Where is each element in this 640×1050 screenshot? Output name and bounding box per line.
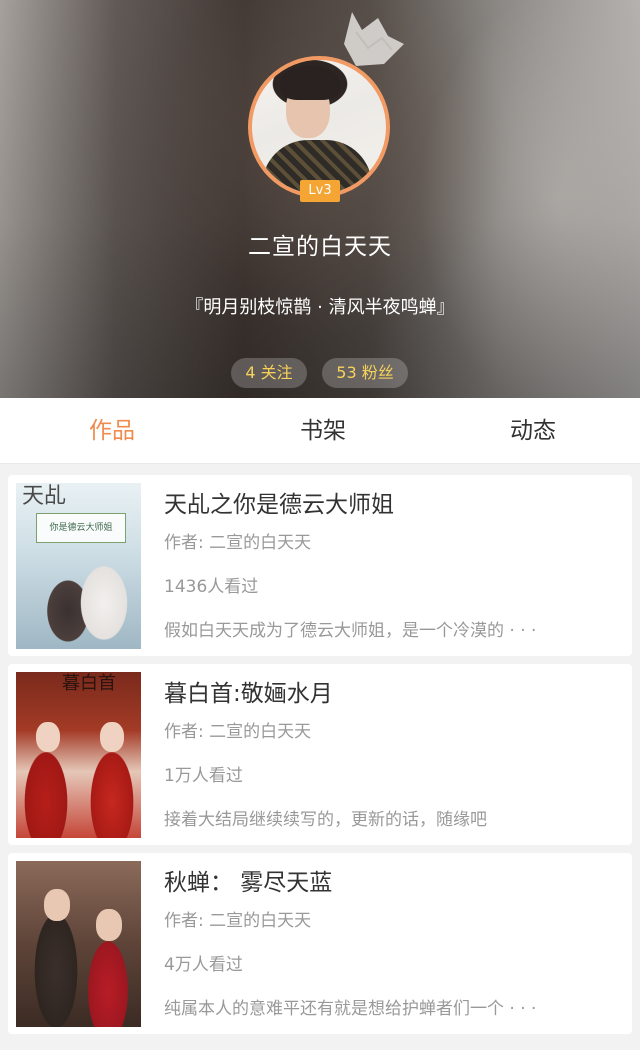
work-title[interactable]: 暮白首:敬婳水月 [164, 678, 333, 710]
user-signature: 『明月别枝惊鹊 · 清风半夜鸣蝉』 [185, 297, 455, 318]
work-description: 假如白天天成为了德云大师姐，是一个冷漠的 · · · [164, 621, 537, 641]
cover-figure [44, 889, 70, 921]
cover-figure [96, 909, 122, 941]
profile-header: Lv3 二宣的白天天 『明月别枝惊鹊 · 清风半夜鸣蝉』 4 关注 53 粉丝 [0, 0, 640, 398]
user-nickname: 二宣的白天天 [248, 234, 392, 260]
work-author: 作者: 二宣的白天天 [164, 722, 312, 742]
profile-page: Lv3 二宣的白天天 『明月别枝惊鹊 · 清风半夜鸣蝉』 4 关注 53 粉丝 … [0, 0, 640, 1050]
work-cover[interactable] [16, 861, 141, 1027]
cover-figure [100, 722, 124, 752]
work-title[interactable]: 天乩之你是德云大师姐 [164, 489, 394, 521]
work-description: 纯属本人的意难平还有就是想给护蝉者们一个 · · · [164, 999, 537, 1019]
work-views: 1436人看过 [164, 577, 259, 597]
tab-activity[interactable]: 动态 [463, 398, 603, 464]
following-count-button[interactable]: 4 关注 [231, 358, 307, 388]
work-card[interactable]: 暮白首 暮白首:敬婳水月 作者: 二宣的白天天 1万人看过 接着大结局继续续写的… [8, 664, 632, 845]
cover-figure [36, 722, 60, 752]
work-title[interactable]: 秋蝉： 雾尽天蓝 [164, 867, 332, 899]
work-card[interactable]: 秋蝉： 雾尽天蓝 作者: 二宣的白天天 4万人看过 纯属本人的意难平还有就是想给… [8, 853, 632, 1034]
work-description: 接着大结局继续续写的，更新的话，随缘吧 [164, 810, 487, 830]
avatar[interactable] [248, 56, 390, 198]
fans-count-button[interactable]: 53 粉丝 [322, 358, 408, 388]
work-author: 作者: 二宣的白天天 [164, 911, 312, 931]
tab-bookshelf[interactable]: 书架 [253, 398, 393, 464]
work-card[interactable]: 天乩 你是德云大师姐 天乩之你是德云大师姐 作者: 二宣的白天天 1436人看过… [8, 475, 632, 656]
level-badge: Lv3 [300, 180, 340, 202]
work-views: 4万人看过 [164, 955, 243, 975]
cover-title: 暮白首 [62, 673, 116, 694]
work-cover[interactable]: 暮白首 [16, 672, 141, 838]
cover-subtitle: 你是德云大师姐 [36, 513, 126, 543]
profile-tabs: 作品 书架 动态 [0, 398, 640, 464]
avatar-hair [280, 66, 340, 100]
work-author: 作者: 二宣的白天天 [164, 533, 312, 553]
work-cover[interactable]: 天乩 你是德云大师姐 [16, 483, 141, 649]
work-views: 1万人看过 [164, 766, 243, 786]
tab-works[interactable]: 作品 [42, 398, 182, 464]
cover-title: 天乩 [22, 484, 67, 509]
